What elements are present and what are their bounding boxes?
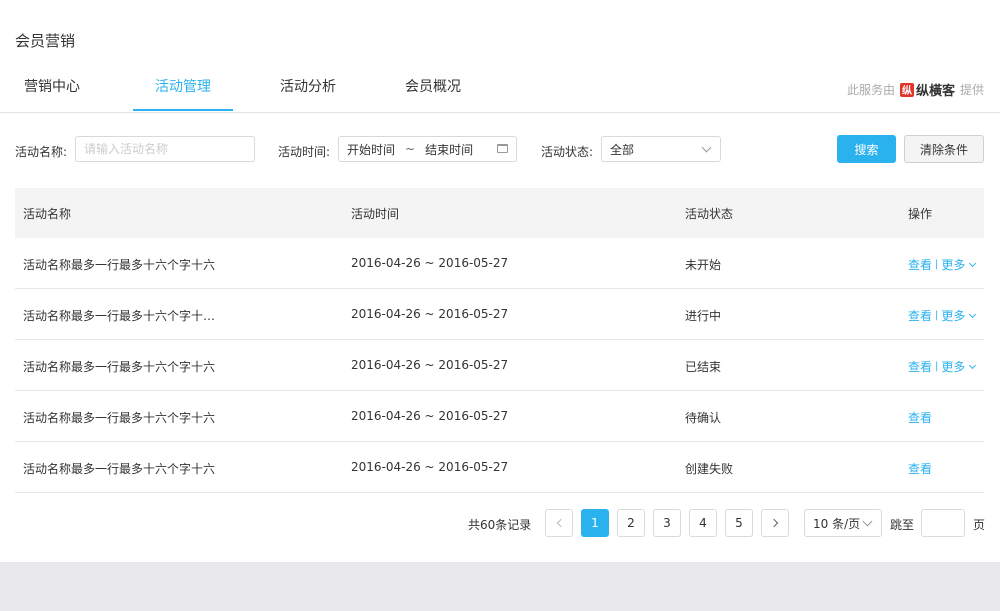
end-date-field[interactable]: 结束时间	[425, 141, 473, 158]
tab-bar: 营销中心 活动管理 活动分析 会员概况 此服务由 纵 纵橫客 提供	[0, 70, 1000, 113]
more-dropdown[interactable]: 更多	[941, 256, 977, 273]
chevron-down-icon	[862, 516, 873, 527]
row-activity-time: 2016-04-26 ~ 2016-05-27	[351, 460, 509, 474]
page-button-2[interactable]: 2	[617, 509, 645, 537]
activity-name-input[interactable]	[75, 136, 255, 162]
table-row: 活动名称最多一行最多十六个字十六 2016-04-26 ~ 2016-05-27…	[15, 442, 984, 493]
row-activity-status: 未开始	[685, 258, 722, 272]
view-link[interactable]: 查看	[908, 460, 932, 477]
page-size-value: 10 条/页	[813, 516, 861, 531]
activity-time-label: 活动时间:	[278, 145, 331, 159]
more-dropdown[interactable]: 更多	[941, 307, 977, 324]
operation-separator: |	[935, 259, 939, 270]
row-activity-status: 进行中	[685, 309, 722, 323]
row-activity-name: 活动名称最多一行最多十六个字十六	[23, 462, 216, 476]
row-activity-status: 待确认	[685, 411, 722, 425]
chevron-down-icon	[969, 361, 977, 369]
tab-activity-management[interactable]: 活动管理	[155, 76, 211, 96]
row-activity-time: 2016-04-26 ~ 2016-05-27	[351, 409, 509, 423]
header-activity-status: 活动状态	[685, 207, 734, 221]
row-activity-time: 2016-04-26 ~ 2016-05-27	[351, 307, 509, 321]
provider-prefix: 此服务由	[846, 83, 895, 97]
header-activity-name: 活动名称	[23, 207, 72, 221]
active-tab-underline	[133, 109, 233, 111]
more-label: 更多	[941, 258, 966, 272]
row-operations: 查看 | 更多	[908, 307, 977, 324]
row-activity-name: 活动名称最多一行最多十六个字十六	[23, 258, 216, 272]
page-button-5[interactable]: 5	[725, 509, 753, 537]
header-operations: 操作	[908, 207, 933, 221]
provider-suffix: 提供	[959, 83, 984, 97]
status-select-value: 全部	[610, 142, 635, 157]
chevron-left-icon	[556, 518, 565, 528]
more-label: 更多	[941, 309, 966, 323]
tab-marketing-center[interactable]: 营销中心	[24, 76, 80, 96]
chevron-down-icon	[969, 310, 977, 318]
prev-page-button[interactable]	[545, 509, 573, 537]
page-title: 会员营销	[15, 32, 76, 50]
table-row: 活动名称最多一行最多十六个字十… 2016-04-26 ~ 2016-05-27…	[15, 289, 984, 340]
more-dropdown[interactable]: 更多	[941, 358, 977, 375]
row-operations: 查看 | 更多	[908, 256, 977, 273]
row-operations: 查看 | 更多	[908, 358, 977, 375]
jump-page-input[interactable]	[921, 509, 965, 537]
date-range-picker[interactable]: 开始时间 ~ 结束时间	[338, 136, 517, 162]
more-label: 更多	[941, 360, 966, 374]
tab-activity-analysis[interactable]: 活动分析	[280, 76, 336, 96]
operation-separator: |	[935, 361, 939, 372]
page-size-select[interactable]: 10 条/页	[804, 509, 882, 537]
tab-member-overview[interactable]: 会员概况	[405, 76, 461, 96]
page-button-4[interactable]: 4	[689, 509, 717, 537]
page-button-3[interactable]: 3	[653, 509, 681, 537]
provider-note: 此服务由 纵 纵橫客 提供	[847, 80, 984, 99]
activity-table: 活动名称 活动时间 活动状态 操作 活动名称最多一行最多十六个字十六 2016-…	[15, 188, 984, 493]
date-range-separator: ~	[405, 142, 416, 156]
provider-logo-text: 纵橫客	[915, 84, 955, 99]
row-activity-status: 创建失败	[685, 462, 734, 476]
row-activity-time: 2016-04-26 ~ 2016-05-27	[351, 256, 509, 270]
view-link[interactable]: 查看	[908, 358, 932, 375]
operation-separator: |	[935, 310, 939, 321]
page-button-1[interactable]: 1	[581, 509, 609, 537]
table-row: 活动名称最多一行最多十六个字十六 2016-04-26 ~ 2016-05-27…	[15, 238, 984, 289]
calendar-icon[interactable]	[497, 144, 508, 153]
clear-filters-button[interactable]: 清除条件	[904, 135, 984, 163]
row-activity-name: 活动名称最多一行最多十六个字十…	[23, 309, 216, 323]
chevron-right-icon	[769, 518, 778, 528]
chevron-down-icon	[701, 142, 712, 153]
row-activity-name: 活动名称最多一行最多十六个字十六	[23, 360, 216, 374]
view-link[interactable]: 查看	[908, 256, 932, 273]
view-link[interactable]: 查看	[908, 409, 932, 426]
provider-logo-icon: 纵	[899, 82, 914, 97]
search-button[interactable]: 搜索	[837, 135, 896, 163]
status-select[interactable]: 全部	[601, 136, 721, 162]
jump-to-label: 跳至	[890, 518, 915, 532]
total-records: 共60条记录	[468, 518, 532, 532]
row-activity-status: 已结束	[685, 360, 722, 374]
provider-logo: 纵 纵橫客	[899, 80, 955, 99]
table-row: 活动名称最多一行最多十六个字十六 2016-04-26 ~ 2016-05-27…	[15, 340, 984, 391]
chevron-down-icon	[969, 259, 977, 267]
jump-page-suffix: 页	[973, 518, 986, 532]
main-panel: 会员营销 营销中心 活动管理 活动分析 会员概况 此服务由 纵 纵橫客 提供 活…	[0, 0, 1000, 562]
next-page-button[interactable]	[761, 509, 789, 537]
table-row: 活动名称最多一行最多十六个字十六 2016-04-26 ~ 2016-05-27…	[15, 391, 984, 442]
activity-name-label: 活动名称:	[15, 145, 68, 159]
row-activity-name: 活动名称最多一行最多十六个字十六	[23, 411, 216, 425]
activity-status-label: 活动状态:	[541, 145, 594, 159]
row-operations: 查看	[908, 460, 932, 477]
row-operations: 查看	[908, 409, 932, 426]
table-header: 活动名称 活动时间 活动状态 操作	[15, 188, 984, 238]
row-activity-time: 2016-04-26 ~ 2016-05-27	[351, 358, 509, 372]
start-date-field[interactable]: 开始时间	[347, 141, 395, 158]
view-link[interactable]: 查看	[908, 307, 932, 324]
header-activity-time: 活动时间	[351, 207, 400, 221]
